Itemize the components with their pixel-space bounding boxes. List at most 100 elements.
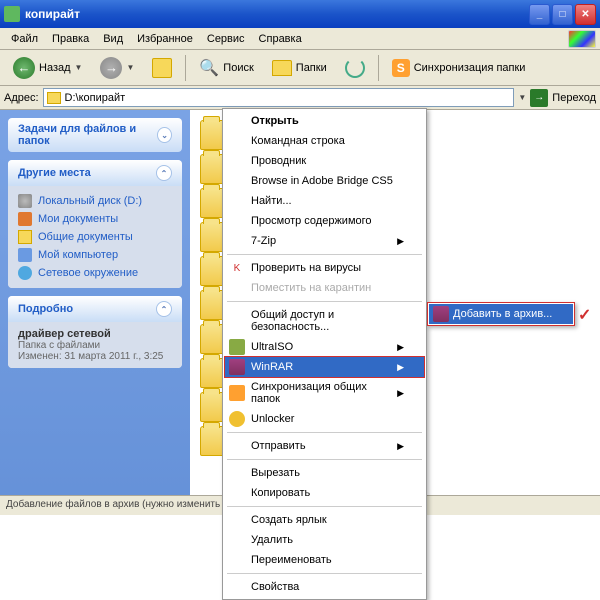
cm-scan-virus[interactable]: KПроверить на вирусы xyxy=(225,258,424,278)
details-panel-header[interactable]: Подробно ⌃ xyxy=(8,296,182,322)
context-menu: Открыть Командная строка Проводник Brows… xyxy=(222,108,427,600)
separator xyxy=(227,432,422,433)
cm-unlocker[interactable]: Unlocker xyxy=(225,409,424,429)
folder-icon xyxy=(47,92,61,104)
menu-tools[interactable]: Сервис xyxy=(200,31,252,47)
toolbar: ← Назад ▼ → ▼ 🔍 Поиск Папки S Синхрониза… xyxy=(0,50,600,86)
network-icon xyxy=(18,266,32,280)
menu-edit[interactable]: Правка xyxy=(45,31,96,47)
menu-favorites[interactable]: Избранное xyxy=(130,31,200,47)
sync-button[interactable]: S Синхронизация папки xyxy=(385,55,533,81)
winrar-icon xyxy=(229,359,245,375)
chevron-down-icon: ▼ xyxy=(75,63,83,72)
titlebar[interactable]: копирайт _ □ ✕ xyxy=(0,0,600,28)
cm-copy[interactable]: Копировать xyxy=(225,483,424,503)
cm-open[interactable]: Открыть xyxy=(225,111,424,131)
separator xyxy=(227,301,422,302)
back-icon: ← xyxy=(13,57,35,79)
separator xyxy=(378,55,379,81)
winrar-submenu: Добавить в архив... xyxy=(427,302,575,326)
cm-explorer[interactable]: Проводник xyxy=(225,151,424,171)
separator xyxy=(227,506,422,507)
sync-icon: S xyxy=(392,59,410,77)
tasks-title: Задачи для файлов и папок xyxy=(18,123,157,147)
refresh-icon xyxy=(345,58,365,78)
cm-sync-folders[interactable]: Синхронизация общих папок▶ xyxy=(225,377,424,409)
arrow-right-icon: ▶ xyxy=(397,362,404,373)
separator xyxy=(185,55,186,81)
disk-icon xyxy=(18,194,32,208)
app-icon xyxy=(4,6,20,22)
places-panel: Другие места ⌃ Локальный диск (D:) Мои д… xyxy=(8,160,182,288)
cm-send-to[interactable]: Отправить▶ xyxy=(225,436,424,456)
winrar-icon xyxy=(433,306,449,322)
forward-button[interactable]: → ▼ xyxy=(93,53,141,83)
menubar: Файл Правка Вид Избранное Сервис Справка xyxy=(0,28,600,50)
cm-shortcut[interactable]: Создать ярлык xyxy=(225,510,424,530)
arrow-right-icon: ▶ xyxy=(397,342,404,353)
sidebar-item-localdisk[interactable]: Локальный диск (D:) xyxy=(18,192,172,210)
sidebar-item-mycomputer[interactable]: Мой компьютер xyxy=(18,246,172,264)
address-path: D:\копирайт xyxy=(65,92,126,104)
ultraiso-icon xyxy=(229,339,245,355)
details-body: драйвер сетевой Папка с файлами Изменен:… xyxy=(8,322,182,368)
places-panel-header[interactable]: Другие места ⌃ xyxy=(8,160,182,186)
search-button[interactable]: 🔍 Поиск xyxy=(192,54,260,82)
separator xyxy=(227,459,422,460)
sm-add-archive[interactable]: Добавить в архив... xyxy=(429,304,573,324)
minimize-button[interactable]: _ xyxy=(529,4,550,25)
cm-ultraiso[interactable]: UltraISO▶ xyxy=(225,337,424,357)
separator xyxy=(227,254,422,255)
go-button[interactable]: → xyxy=(530,89,548,107)
selected-modified: Изменен: 31 марта 2011 г., 3:25 xyxy=(18,351,172,362)
go-label[interactable]: Переход xyxy=(552,92,596,104)
cm-view-content[interactable]: Просмотр содержимого xyxy=(225,211,424,231)
folders-button[interactable]: Папки xyxy=(265,56,334,80)
refresh-button[interactable] xyxy=(338,54,372,82)
chevron-up-icon: ⌃ xyxy=(156,301,172,317)
sidebar-item-mydocs[interactable]: Мои документы xyxy=(18,210,172,228)
up-button[interactable] xyxy=(145,54,179,82)
cm-find[interactable]: Найти... xyxy=(225,191,424,211)
sidebar: Задачи для файлов и папок ⌄ Другие места… xyxy=(0,110,190,515)
address-input[interactable]: D:\копирайт xyxy=(43,88,515,107)
shared-docs-icon xyxy=(18,230,32,244)
cm-cut[interactable]: Вырезать xyxy=(225,463,424,483)
sidebar-item-network[interactable]: Сетевое окружение xyxy=(18,264,172,282)
details-title: Подробно xyxy=(18,303,73,315)
cm-delete[interactable]: Удалить xyxy=(225,530,424,550)
back-label: Назад xyxy=(39,62,71,74)
places-body: Локальный диск (D:) Мои документы Общие … xyxy=(8,186,182,288)
maximize-button[interactable]: □ xyxy=(552,4,573,25)
back-button[interactable]: ← Назад ▼ xyxy=(6,53,89,83)
cm-winrar[interactable]: WinRAR▶ xyxy=(224,356,425,378)
selected-name: драйвер сетевой xyxy=(18,328,172,340)
menu-view[interactable]: Вид xyxy=(96,31,130,47)
cm-sharing[interactable]: Общий доступ и безопасность... xyxy=(225,305,424,337)
menu-help[interactable]: Справка xyxy=(252,31,309,47)
places-title: Другие места xyxy=(18,167,91,179)
tasks-panel-header[interactable]: Задачи для файлов и папок ⌄ xyxy=(8,118,182,152)
address-label: Адрес: xyxy=(4,92,39,104)
chevron-down-icon[interactable]: ▼ xyxy=(518,93,526,102)
forward-icon: → xyxy=(100,57,122,79)
sync-icon xyxy=(229,385,245,401)
menu-file[interactable]: Файл xyxy=(4,31,45,47)
folders-icon xyxy=(272,60,292,76)
folders-label: Папки xyxy=(296,62,327,74)
close-button[interactable]: ✕ xyxy=(575,4,596,25)
details-panel: Подробно ⌃ драйвер сетевой Папка с файла… xyxy=(8,296,182,368)
chevron-down-icon: ▼ xyxy=(126,63,134,72)
search-icon: 🔍 xyxy=(199,58,219,78)
search-label: Поиск xyxy=(223,62,253,74)
cm-rename[interactable]: Переименовать xyxy=(225,550,424,570)
arrow-right-icon: ▶ xyxy=(397,388,404,399)
sync-label: Синхронизация папки xyxy=(414,62,526,74)
cm-7zip[interactable]: 7-Zip▶ xyxy=(225,231,424,251)
sidebar-item-shared[interactable]: Общие документы xyxy=(18,228,172,246)
cm-cmd[interactable]: Командная строка xyxy=(225,131,424,151)
cm-quarantine: Поместить на карантин xyxy=(225,278,424,298)
cm-bridge[interactable]: Browse in Adobe Bridge CS5 xyxy=(225,171,424,191)
tasks-panel: Задачи для файлов и папок ⌄ xyxy=(8,118,182,152)
cm-properties[interactable]: Свойства xyxy=(225,577,424,597)
